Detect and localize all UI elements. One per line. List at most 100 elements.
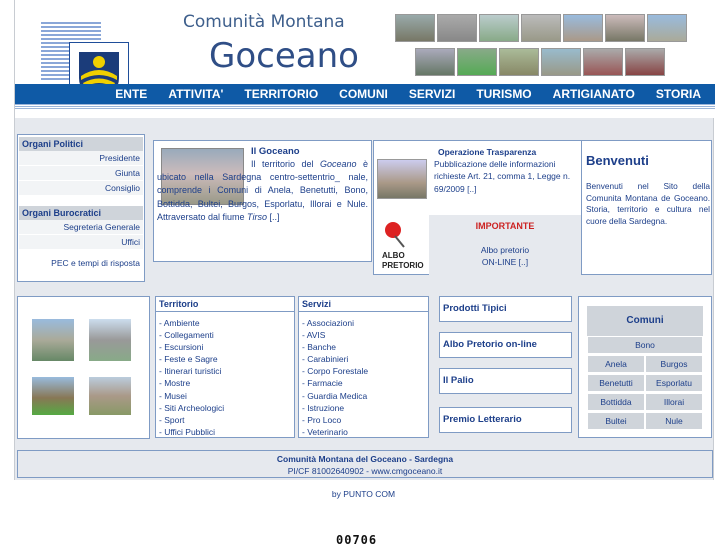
servizi-item[interactable]: - Farmacie <box>299 377 428 389</box>
comune-esporlatu[interactable]: Esporlatu <box>645 374 703 392</box>
welcome-title: Benvenuti <box>586 153 649 168</box>
albo-badge[interactable]: ALBO PRETORIO <box>378 218 426 274</box>
main-nav: ENTE ATTIVITA' TERRITORIO COMUNI SERVIZI… <box>15 84 715 104</box>
pushpin-icon <box>385 222 405 248</box>
site-name: Goceano <box>209 36 359 76</box>
header-photo-strip <box>395 14 695 80</box>
trasparenza-photo <box>377 159 427 199</box>
territorio-item[interactable]: - Collegamenti <box>156 329 294 341</box>
sidebar-item-giunta[interactable]: Giunta <box>19 166 143 181</box>
nav-artigianato[interactable]: ARTIGIANATO <box>542 87 645 101</box>
intro-text-a: Il territorio del <box>251 159 320 169</box>
nav-attivita[interactable]: ATTIVITA' <box>157 87 233 101</box>
territorio-item[interactable]: - Siti Archeologici <box>156 402 294 414</box>
comune-nule[interactable]: Nule <box>645 412 703 430</box>
territorio-list: Territorio - Ambiente - Collegamenti - E… <box>155 296 295 438</box>
sidebar-heading-burocratici: Organi Burocratici <box>19 206 143 220</box>
comune-bottidda[interactable]: Bottidda <box>587 393 645 411</box>
servizi-item[interactable]: - AVIS <box>299 329 428 341</box>
servizi-item[interactable]: - Guardia Medica <box>299 390 428 402</box>
albo-badge-text-1: ALBO <box>382 251 405 260</box>
intro-more-link[interactable]: [..] <box>267 212 279 222</box>
intro-text: Il territorio del Goceano è ubicato nell… <box>157 158 368 224</box>
servizi-item[interactable]: - Banche <box>299 341 428 353</box>
comune-illorai[interactable]: Illorai <box>645 393 703 411</box>
header-photo <box>605 14 645 42</box>
sidebar-item-pec[interactable]: PEC e tempi di risposta <box>19 256 143 270</box>
servizi-item[interactable]: - Pro Loco <box>299 414 428 426</box>
welcome-text: Benvenuti nel Sito della Comunita Montan… <box>586 181 710 226</box>
intro-title: Il Goceano <box>251 146 300 157</box>
nav-ente[interactable]: ENTE <box>104 87 157 101</box>
albo-important: IMPORTANTE <box>475 221 535 231</box>
header-photo <box>563 14 603 42</box>
page-frame: Comunità Montana Goceano ENTE ATTIVITA' … <box>14 0 715 480</box>
intro-text-em: Goceano <box>319 159 357 169</box>
header-photo <box>415 48 455 76</box>
nav-shadow <box>15 104 715 110</box>
territorio-title: Territorio <box>156 297 294 312</box>
comune-anela[interactable]: Anela <box>587 355 645 373</box>
header-photo <box>541 48 581 76</box>
trasparenza-text[interactable]: Pubblicazione delle informazioni richies… <box>434 158 584 195</box>
territorio-item[interactable]: - Musei <box>156 390 294 402</box>
welcome-panel: Benvenuti Benvenuti nel Sito della Comun… <box>581 140 712 275</box>
header-photo <box>521 14 561 42</box>
territorio-item[interactable]: - Feste e Sagre <box>156 353 294 365</box>
servizi-item[interactable]: - Istruzione <box>299 402 428 414</box>
sidebar-heading-politici: Organi Politici <box>19 137 143 151</box>
gallery-photo[interactable] <box>32 319 74 361</box>
territorio-item[interactable]: - Ambiente <box>156 317 294 329</box>
territorio-item[interactable]: - Sport <box>156 414 294 426</box>
servizi-item[interactable]: - Corpo Forestale <box>299 365 428 377</box>
intro-text-em2: Tirso <box>247 211 267 222</box>
servizi-title: Servizi <box>299 297 428 312</box>
header-photo <box>499 48 539 76</box>
nav-servizi[interactable]: SERVIZI <box>398 87 465 101</box>
nav-territorio[interactable]: TERRITORIO <box>233 87 328 101</box>
visit-counter: 00706 <box>336 533 378 545</box>
header-photo <box>583 48 623 76</box>
comuni-panel: Comuni Bono Anela Burgos Benetutti Espor… <box>578 296 712 438</box>
sidebar: Organi Politici Presidente Giunta Consig… <box>17 134 145 282</box>
sidebar-item-presidente[interactable]: Presidente <box>19 151 143 166</box>
footer-line2: PI/CF 81002640902 - www.cmgoceano.it <box>287 466 443 476</box>
sidebar-item-uffici[interactable]: Uffici <box>19 235 143 250</box>
nav-storia[interactable]: STORIA <box>645 87 711 101</box>
albo-link-line1[interactable]: Albo pretorio <box>429 245 581 255</box>
nav-turismo[interactable]: TURISMO <box>465 87 541 101</box>
servizi-item[interactable]: - Veterinario <box>299 426 428 438</box>
territorio-item[interactable]: - Itinerari turistici <box>156 365 294 377</box>
sidebar-item-segreteria[interactable]: Segreteria Generale <box>19 220 143 235</box>
photo-gallery <box>17 296 150 439</box>
site-title: Comunità Montana <box>183 12 345 32</box>
footer-line1: Comunità Montana del Goceano - Sardegna <box>276 454 454 464</box>
gallery-photo[interactable] <box>89 377 131 415</box>
credit-text[interactable]: by PUNTO COM <box>332 489 395 499</box>
promo-albo-pretorio[interactable]: Albo Pretorio on-line <box>439 332 572 358</box>
comune-bono[interactable]: Bono <box>587 336 703 354</box>
gallery-photo[interactable] <box>32 377 74 415</box>
gallery-photo[interactable] <box>89 319 131 361</box>
sidebar-item-consiglio[interactable]: Consiglio <box>19 181 143 196</box>
territorio-item[interactable]: - Mostre <box>156 377 294 389</box>
comune-bultei[interactable]: Bultei <box>587 412 645 430</box>
nav-comuni[interactable]: COMUNI <box>328 87 398 101</box>
header-photo <box>457 48 497 76</box>
territorio-item[interactable]: - Escursioni <box>156 341 294 353</box>
comune-benetutti[interactable]: Benetutti <box>587 374 645 392</box>
albo-link-line2[interactable]: ON-LINE [..] <box>429 257 581 267</box>
servizi-list: Servizi - Associazioni - AVIS - Banche -… <box>298 296 429 438</box>
trasparenza-panel: Operazione Trasparenza Pubblicazione del… <box>373 140 585 275</box>
header-photo <box>395 14 435 42</box>
comune-burgos[interactable]: Burgos <box>645 355 703 373</box>
albo-badge-text-2: PRETORIO <box>382 261 424 270</box>
servizi-item[interactable]: - Associazioni <box>299 317 428 329</box>
header-photo <box>647 14 687 42</box>
promo-premio-letterario[interactable]: Premio Letterario <box>439 407 572 433</box>
promo-il-palio[interactable]: Il Palio <box>439 368 572 394</box>
territorio-item[interactable]: - Uffici Pubblici <box>156 426 294 438</box>
credit-line[interactable]: by PUNTO COM <box>0 489 727 499</box>
promo-prodotti-tipici[interactable]: Prodotti Tipici <box>439 296 572 322</box>
servizi-item[interactable]: - Carabinieri <box>299 353 428 365</box>
